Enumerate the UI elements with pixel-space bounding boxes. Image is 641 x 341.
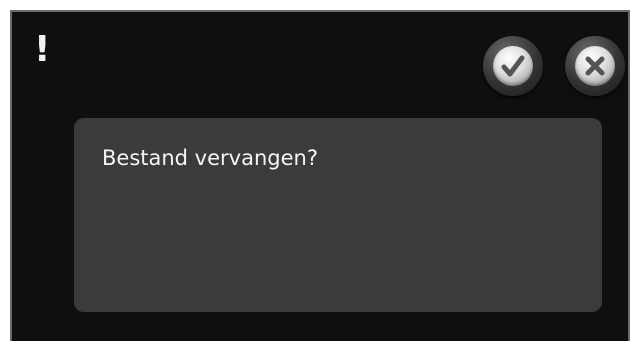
alert-icon: ! <box>34 29 51 70</box>
close-icon <box>585 56 605 76</box>
dialog-message: Bestand vervangen? <box>102 146 318 170</box>
checkmark-icon <box>501 55 525 77</box>
dialog-window: ! Bestand vervangen? <box>10 10 630 341</box>
message-panel: Bestand vervangen? <box>74 118 602 312</box>
confirm-button[interactable] <box>483 36 543 96</box>
cancel-button[interactable] <box>565 36 625 96</box>
